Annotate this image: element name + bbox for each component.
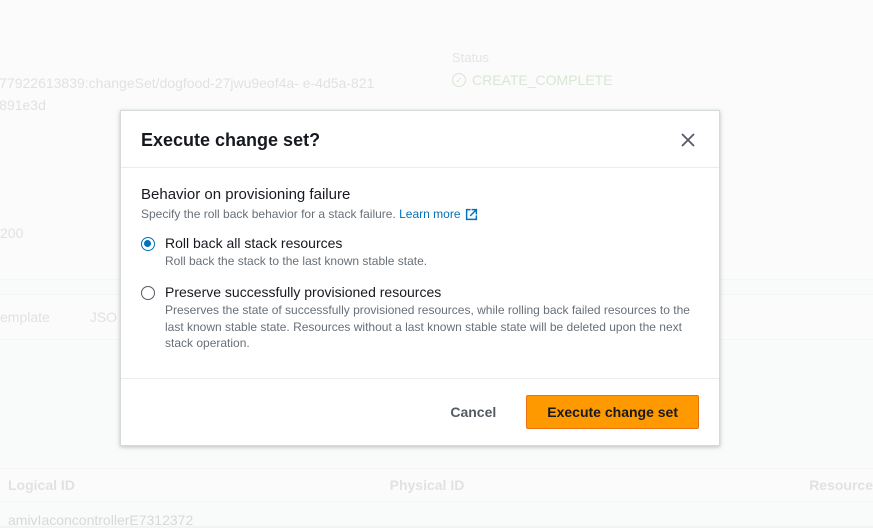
radio-label[interactable]: Preserve successfully provisioned resour…: [165, 284, 699, 300]
section-title: Behavior on provisioning failure: [141, 186, 699, 203]
modal-header: Execute change set?: [121, 111, 719, 168]
learn-more-link[interactable]: Learn more: [399, 207, 477, 221]
radio-input[interactable]: [141, 286, 155, 300]
rollback-radio-group: Roll back all stack resources Roll back …: [141, 235, 699, 352]
external-link-icon: [465, 208, 478, 221]
section-desc-text: Specify the roll back behavior for a sta…: [141, 207, 399, 221]
learn-more-text: Learn more: [399, 207, 460, 221]
modal-footer: Cancel Execute change set: [121, 378, 719, 445]
section-description: Specify the roll back behavior for a sta…: [141, 207, 699, 221]
radio-rollback-all[interactable]: Roll back all stack resources Roll back …: [141, 235, 699, 270]
radio-preserve[interactable]: Preserve successfully provisioned resour…: [141, 284, 699, 352]
close-icon: [681, 133, 695, 147]
radio-description: Roll back the stack to the last known st…: [165, 253, 699, 270]
execute-button[interactable]: Execute change set: [526, 395, 699, 429]
radio-label[interactable]: Roll back all stack resources: [165, 235, 699, 251]
execute-changeset-modal: Execute change set? Behavior on provisio…: [120, 110, 720, 446]
modal-title: Execute change set?: [141, 130, 320, 151]
radio-input[interactable]: [141, 237, 155, 251]
radio-description: Preserves the state of successfully prov…: [165, 302, 699, 352]
modal-body: Behavior on provisioning failure Specify…: [121, 168, 719, 378]
cancel-button[interactable]: Cancel: [430, 395, 516, 429]
close-button[interactable]: [677, 129, 699, 151]
